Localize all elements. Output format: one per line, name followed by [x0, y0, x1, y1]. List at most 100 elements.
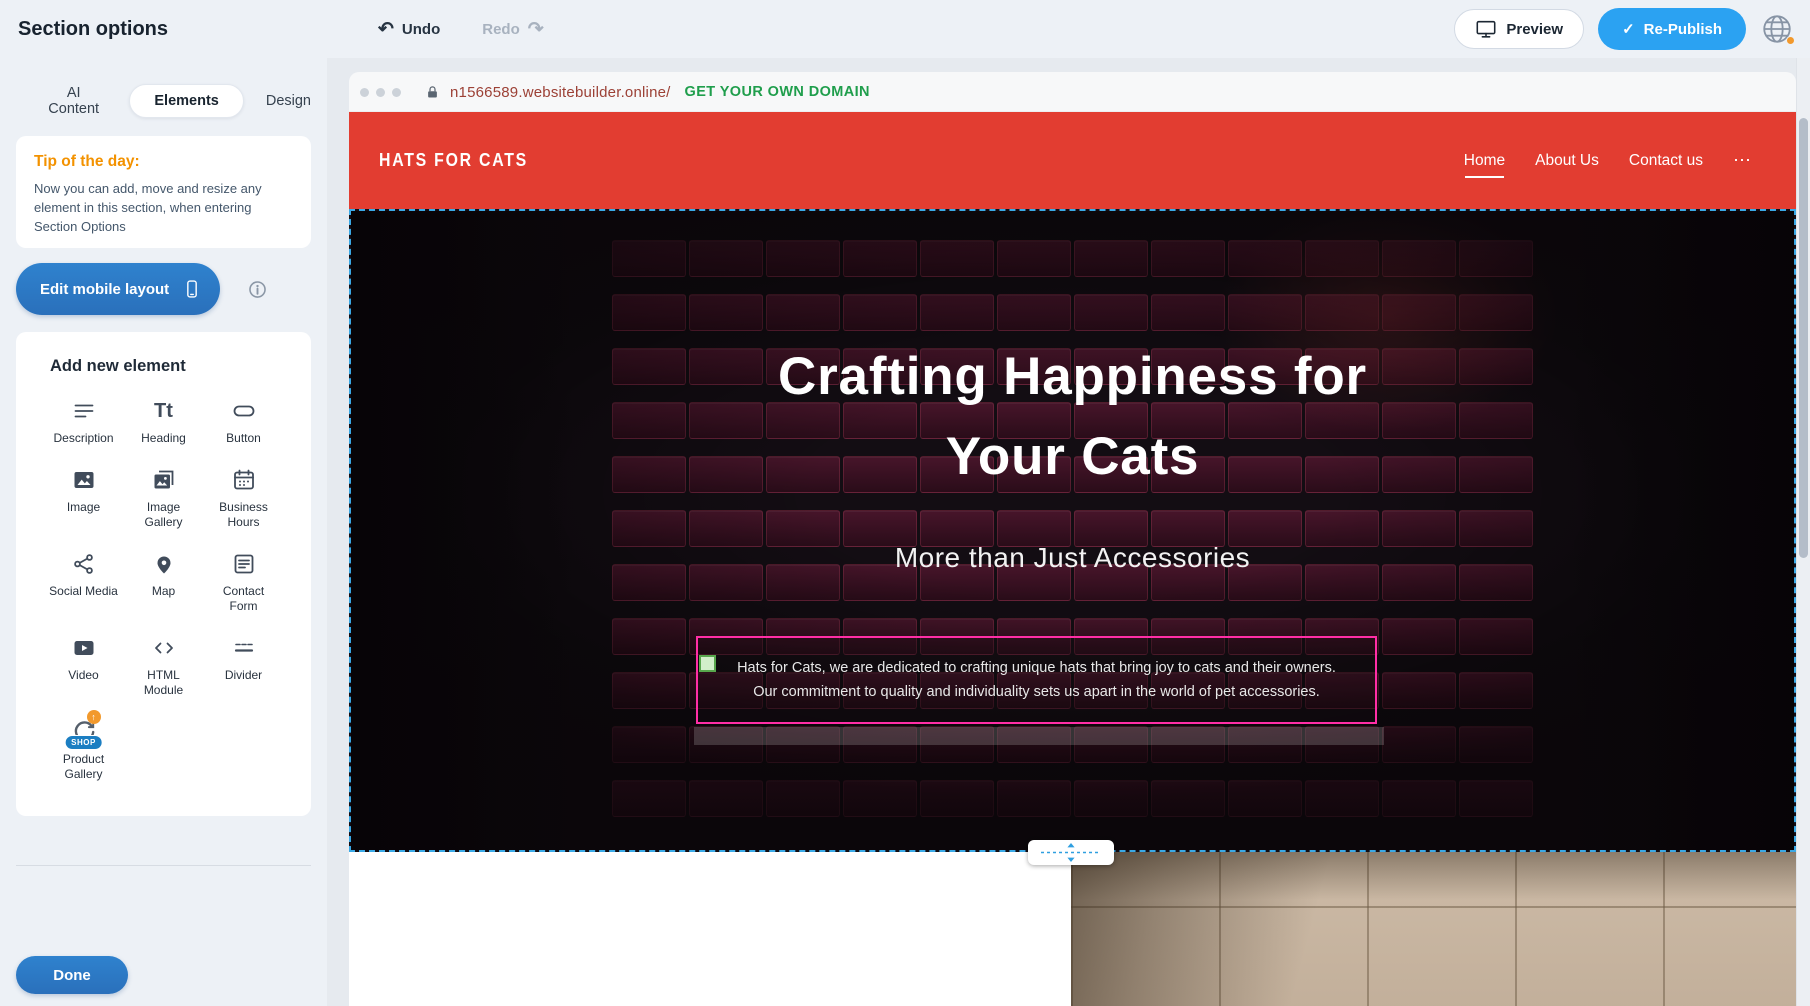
element-map[interactable]: Map: [124, 543, 204, 614]
redo-button[interactable]: Redo ↷: [476, 19, 549, 40]
element-image[interactable]: Image: [44, 459, 124, 530]
hero-tile: [1459, 672, 1533, 709]
site-header[interactable]: HATS FOR CATS Home About Us Contact us ⋯: [349, 112, 1796, 209]
tab-design[interactable]: Design: [250, 84, 327, 118]
element-video[interactable]: Video: [44, 627, 124, 698]
hero-section-selected[interactable]: Crafting Happiness for Your Cats More th…: [349, 209, 1796, 852]
window-dot: [360, 88, 369, 97]
history-controls: ↶ Undo Redo ↷: [372, 0, 550, 58]
element-html-module[interactable]: HTML Module: [124, 627, 204, 698]
window-dots: [360, 88, 401, 97]
tab-ai-content[interactable]: AI Content: [24, 84, 123, 118]
tab-elements[interactable]: Elements: [129, 84, 243, 118]
site-logo[interactable]: HATS FOR CATS: [379, 150, 528, 171]
nav-item-contact[interactable]: Contact us: [1629, 152, 1703, 170]
hero-heading[interactable]: Crafting Happiness for Your Cats: [351, 337, 1794, 497]
check-icon: ✓: [1622, 20, 1635, 38]
browser-chrome: n1566589.websitebuilder.online/ GET YOUR…: [349, 72, 1796, 112]
hero-tile: [843, 240, 917, 277]
element-contact-form[interactable]: Contact Form: [204, 543, 284, 614]
redo-label: Redo: [482, 21, 520, 38]
hero-tile: [920, 240, 994, 277]
phone-icon: [182, 279, 202, 299]
contact-form-icon: [232, 549, 256, 579]
video-icon: [72, 633, 96, 663]
page-title: Section options: [18, 18, 168, 41]
topbar: Section options ↶ Undo Redo ↷ Preview: [0, 0, 1810, 58]
hero-tile: [1459, 618, 1533, 655]
hero-tile: [920, 780, 994, 817]
language-globe-button[interactable]: [1760, 12, 1794, 46]
get-domain-link[interactable]: GET YOUR OWN DOMAIN: [685, 84, 870, 100]
resize-arrows-icon: [1036, 842, 1106, 863]
element-business-hours[interactable]: Business Hours: [204, 459, 284, 530]
element-image-gallery[interactable]: Image Gallery: [124, 459, 204, 530]
next-section[interactable]: [349, 852, 1796, 1006]
image-icon: [72, 465, 96, 495]
page-scrollbar[interactable]: [1796, 58, 1810, 1006]
hero-tile: [1151, 294, 1225, 331]
hero-subheading[interactable]: More than Just Accessories: [351, 542, 1794, 574]
element-shadow: [694, 727, 1384, 745]
floor-image: [1071, 852, 1796, 1006]
window-dot: [376, 88, 385, 97]
hero-tile: [997, 294, 1071, 331]
nav-item-about[interactable]: About Us: [1535, 152, 1599, 170]
hero-tile: [612, 726, 686, 763]
hero-tile: [1151, 240, 1225, 277]
description-icon: [72, 396, 96, 426]
heading-icon: Tt: [154, 396, 173, 426]
site-url: n1566589.websitebuilder.online/: [450, 84, 671, 101]
add-new-element-title: Add new element: [50, 357, 311, 376]
element-heading[interactable]: Tt Heading: [124, 390, 204, 446]
hero-tile: [766, 240, 840, 277]
app-window: Section options ↶ Undo Redo ↷ Preview: [0, 0, 1810, 1006]
undo-icon: ↶: [378, 20, 394, 39]
nav-more-icon[interactable]: ⋯: [1733, 150, 1752, 171]
undo-button[interactable]: ↶ Undo: [372, 19, 446, 40]
element-button[interactable]: Button: [204, 390, 284, 446]
hero-tile: [1382, 672, 1456, 709]
element-product-gallery[interactable]: ↑ SHOP Product Gallery: [44, 711, 124, 782]
hero-tile: [612, 618, 686, 655]
html-module-icon: [152, 633, 176, 663]
hero-tile: [766, 294, 840, 331]
section-resize-handle[interactable]: [1028, 840, 1114, 865]
nav-item-home[interactable]: Home: [1464, 152, 1505, 170]
scrollbar-thumb[interactable]: [1799, 118, 1808, 558]
hero-tile: [612, 780, 686, 817]
element-drag-handle[interactable]: [699, 655, 716, 672]
element-description[interactable]: Description: [44, 390, 124, 446]
image-gallery-icon: [152, 465, 176, 495]
element-grid: Description Tt Heading Button: [16, 390, 311, 782]
button-icon: [232, 396, 256, 426]
hero-tile: [689, 240, 763, 277]
shop-badge: SHOP: [64, 735, 103, 750]
hero-tile: [920, 294, 994, 331]
topbar-actions: Preview ✓ Re-Publish: [1454, 0, 1794, 58]
hero-tile: [1382, 618, 1456, 655]
edit-mobile-layout-button[interactable]: Edit mobile layout: [16, 263, 220, 315]
sidebar-divider: [16, 865, 311, 866]
hero-tile: [689, 294, 763, 331]
element-divider[interactable]: Divider: [204, 627, 284, 698]
hero-tile: [766, 780, 840, 817]
hero-tile: [1459, 780, 1533, 817]
republish-button[interactable]: ✓ Re-Publish: [1598, 8, 1746, 50]
hero-tile: [612, 672, 686, 709]
editor-canvas: n1566589.websitebuilder.online/ GET YOUR…: [327, 58, 1796, 1006]
social-media-icon: [72, 549, 96, 579]
lock-icon: [425, 85, 440, 100]
hero-tile: [1151, 780, 1225, 817]
info-icon[interactable]: [248, 280, 267, 299]
element-social-media[interactable]: Social Media: [44, 543, 124, 614]
hero-tile: [843, 294, 917, 331]
preview-button[interactable]: Preview: [1454, 9, 1584, 49]
preview-label: Preview: [1506, 21, 1563, 38]
selected-text-element[interactable]: Hats for Cats, we are dedicated to craft…: [696, 636, 1377, 724]
window-dot: [392, 88, 401, 97]
hero-tile: [1228, 780, 1302, 817]
done-button[interactable]: Done: [16, 956, 128, 994]
hero-tile: [612, 240, 686, 277]
site-nav: Home About Us Contact us ⋯: [1464, 112, 1752, 209]
